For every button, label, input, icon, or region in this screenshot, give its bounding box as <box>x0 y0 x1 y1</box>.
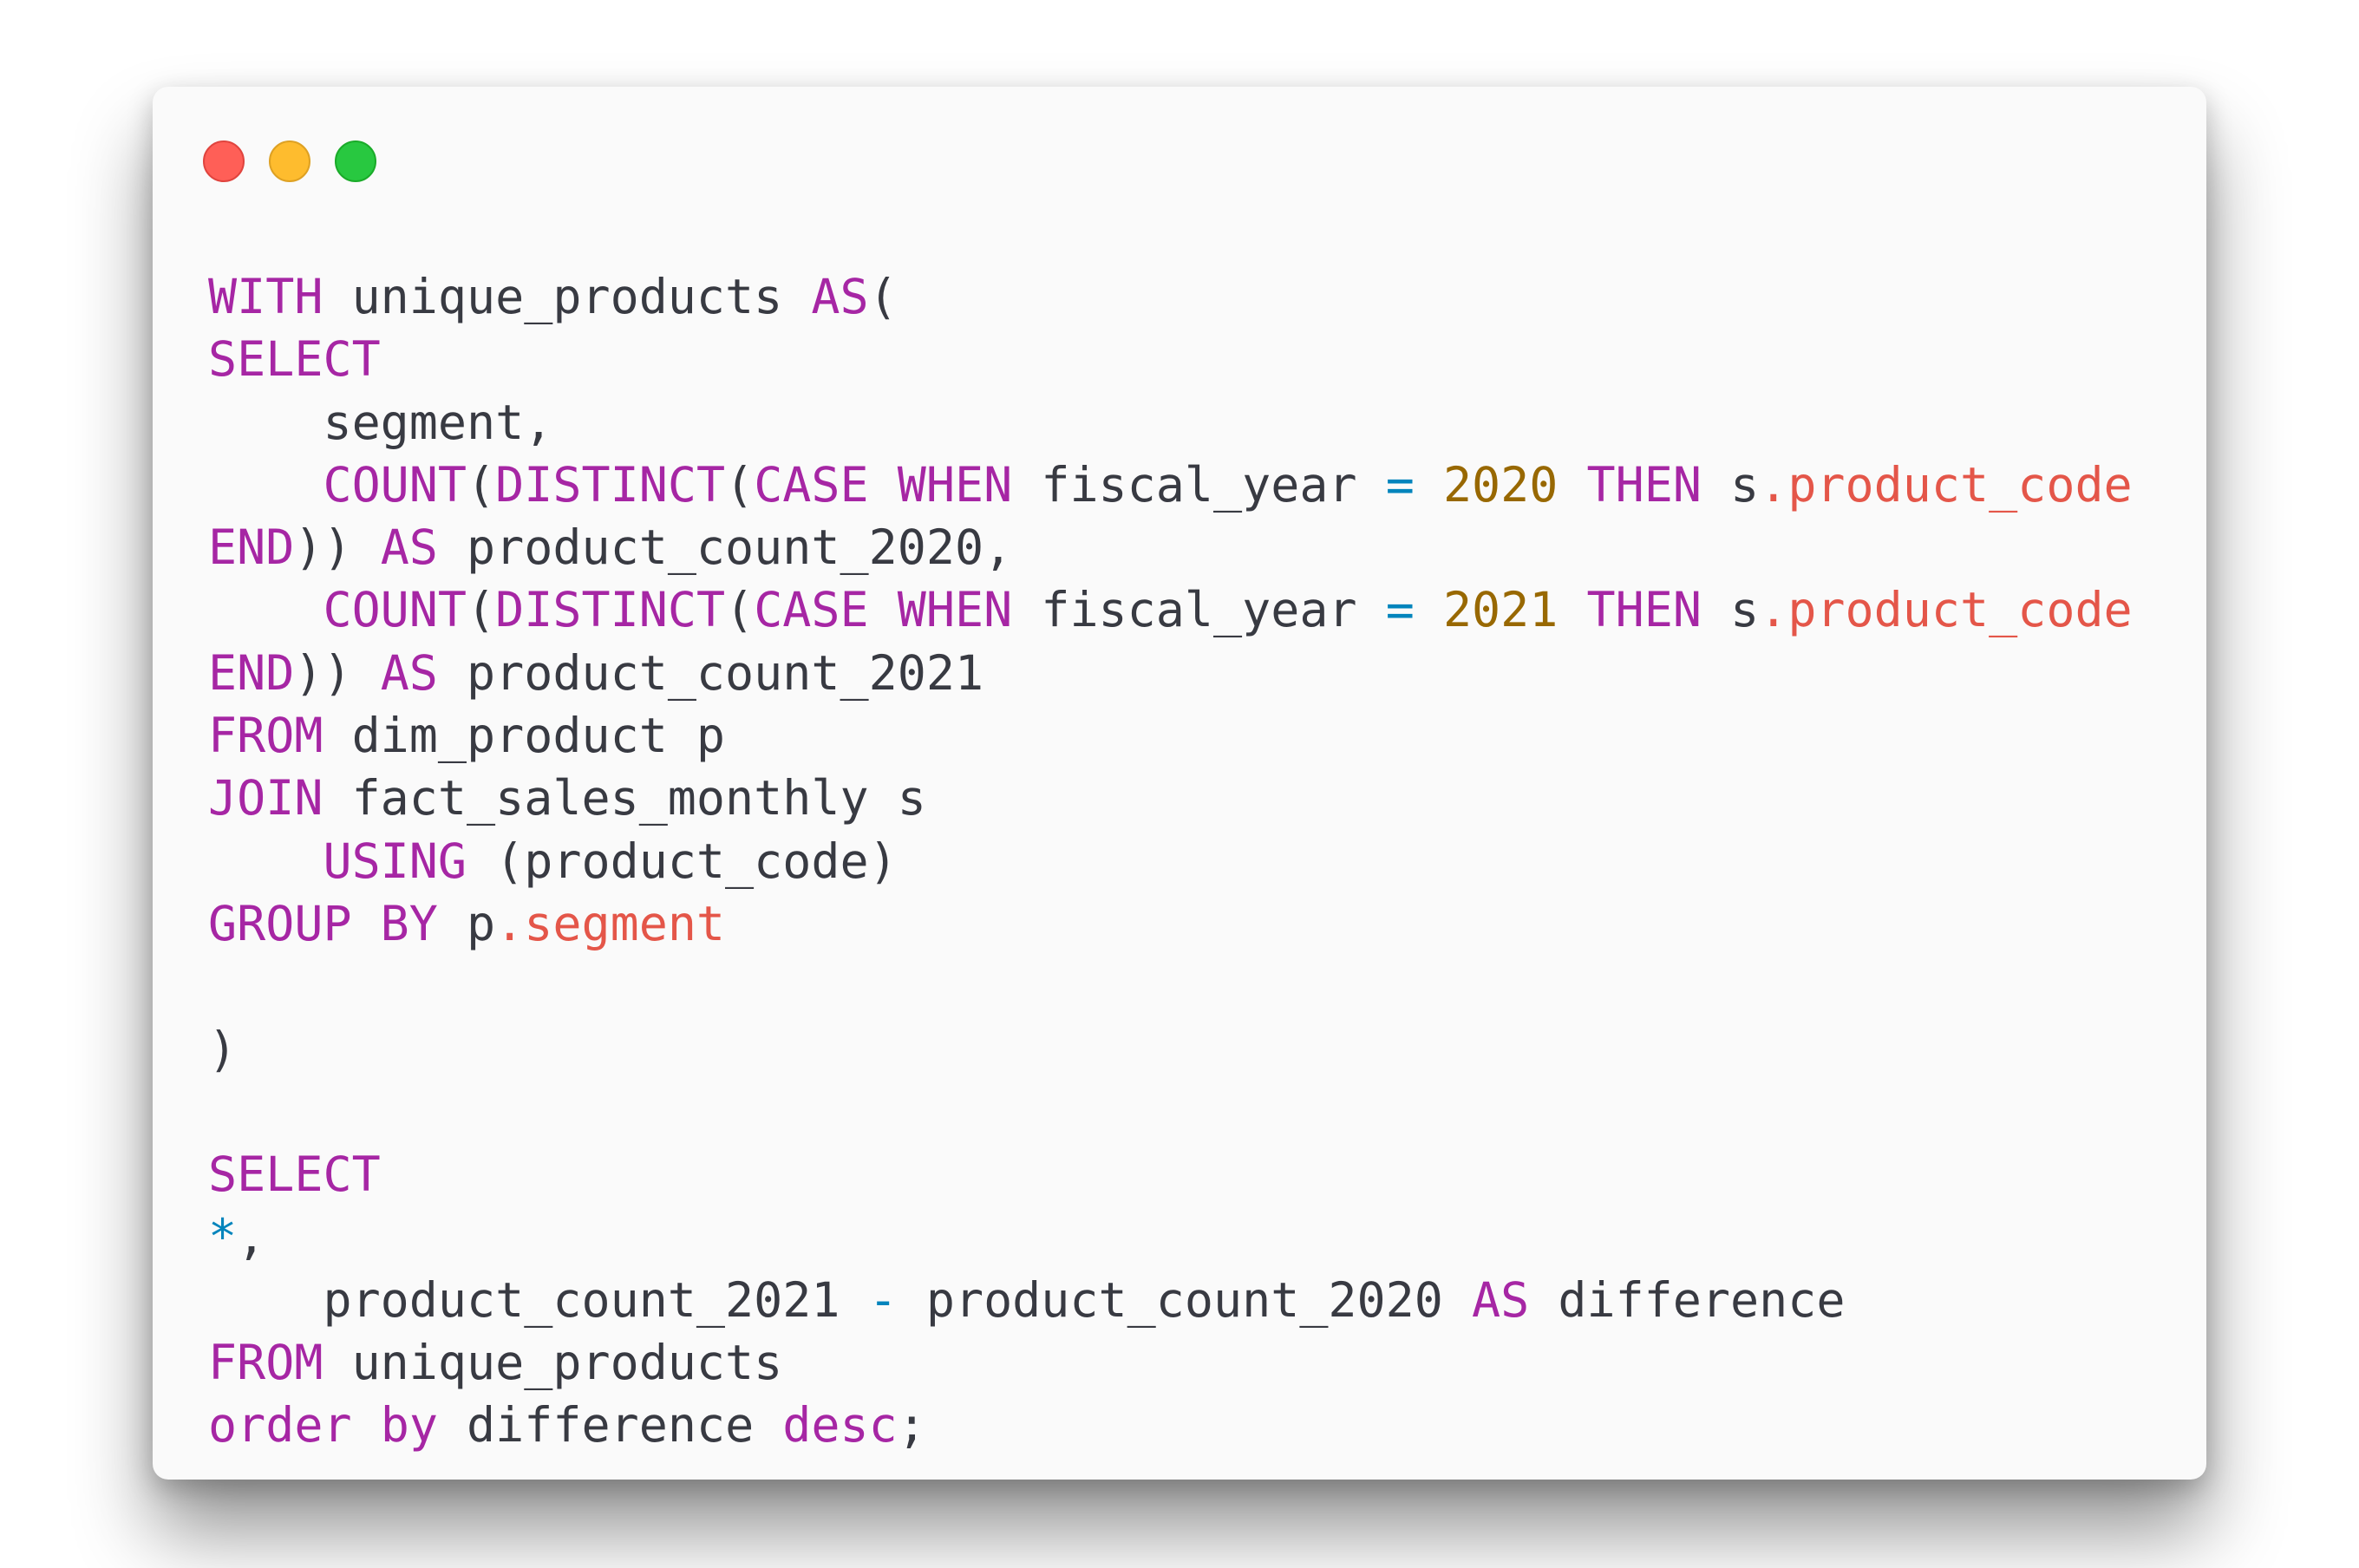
code-token: (product_code) <box>467 833 898 889</box>
code-line: SELECT <box>208 1143 2186 1205</box>
code-token: ) <box>208 1021 238 1077</box>
code-token: * <box>208 1209 238 1265</box>
code-token: s <box>1701 456 1760 513</box>
code-token: p <box>437 895 496 951</box>
code-token: dim_product p <box>323 708 726 764</box>
code-line: order by difference desc; <box>208 1394 2186 1456</box>
code-token: USING <box>323 833 467 889</box>
close-button[interactable] <box>203 140 245 182</box>
code-token: ( <box>467 456 496 513</box>
code-token: segment, <box>208 394 553 450</box>
code-token: ( <box>467 582 496 638</box>
code-token: difference <box>1529 1271 1846 1328</box>
code-token: order <box>208 1397 352 1454</box>
code-token: FROM <box>208 1335 323 1391</box>
code-token: SELECT <box>208 1147 381 1203</box>
code-line: *, <box>208 1205 2186 1268</box>
code-token: .product_code <box>1759 582 2133 638</box>
code-line: WITH unique_products AS( <box>208 265 2186 328</box>
code-line: END)) AS product_count_2020, <box>208 516 2186 578</box>
zoom-button[interactable] <box>335 140 376 182</box>
code-token: AS <box>1472 1271 1530 1328</box>
code-line: COUNT(DISTINCT(CASE WHEN fiscal_year = 2… <box>208 454 2186 516</box>
code-token: difference <box>437 1397 783 1454</box>
code-line: FROM dim_product p <box>208 704 2186 767</box>
code-token: )) <box>294 519 381 576</box>
code-token: WHEN <box>897 582 1013 638</box>
code-token: AS <box>811 269 869 324</box>
code-token: END <box>208 519 295 576</box>
code-line: USING (product_code) <box>208 830 2186 892</box>
code-token: desc <box>782 1397 898 1454</box>
code-token: END <box>208 644 295 701</box>
code-block: WITH unique_products AS(SELECT segment, … <box>208 265 2186 1457</box>
code-token: - <box>868 1271 898 1328</box>
code-token: 2020 <box>1442 456 1559 513</box>
code-token: = <box>1385 456 1415 513</box>
code-token: product_count_2021 <box>208 1271 869 1328</box>
code-line: COUNT(DISTINCT(CASE WHEN fiscal_year = 2… <box>208 578 2186 641</box>
code-line: GROUP BY p.segment <box>208 892 2186 955</box>
code-token: SELECT <box>208 331 381 388</box>
code-token: THEN <box>1586 582 1702 638</box>
code-line: FROM unique_products <box>208 1331 2186 1394</box>
code-line: product_count_2021 - product_count_2020 … <box>208 1269 2186 1331</box>
code-token: COUNT <box>323 456 467 513</box>
code-token: fiscal_year <box>1012 582 1386 638</box>
code-token: unique_products <box>323 1335 783 1391</box>
code-token: s <box>1701 582 1760 638</box>
code-token: COUNT <box>323 582 467 638</box>
code-line: segment, <box>208 391 2186 454</box>
code-token: FROM <box>208 708 323 764</box>
code-token: CASE <box>754 582 869 638</box>
code-token: product_count_2020, <box>437 519 1013 576</box>
code-token: product_count_2020 <box>897 1271 1472 1328</box>
code-token: AS <box>380 644 438 701</box>
code-token: , <box>237 1209 266 1265</box>
code-token: AS <box>380 519 438 576</box>
window-controls <box>203 140 376 186</box>
code-token: WHEN <box>897 456 1013 513</box>
code-token: JOIN <box>208 770 323 826</box>
code-token: = <box>1385 582 1415 638</box>
code-line: JOIN fact_sales_monthly s <box>208 767 2186 829</box>
code-token: 2021 <box>1442 582 1559 638</box>
code-token: ( <box>725 582 755 638</box>
code-line: ) <box>208 1018 2186 1081</box>
code-token: fiscal_year <box>1012 456 1386 513</box>
code-token: by <box>380 1397 438 1454</box>
code-token: unique_products <box>323 269 812 324</box>
code-token: fact_sales_monthly s <box>323 770 926 826</box>
code-token: ; <box>897 1397 926 1454</box>
code-token: THEN <box>1586 456 1702 513</box>
code-token: )) <box>294 644 381 701</box>
code-token: CASE <box>754 456 869 513</box>
code-token: ( <box>868 269 898 324</box>
code-token: DISTINCT <box>495 456 726 513</box>
code-token: DISTINCT <box>495 582 726 638</box>
code-token: WITH <box>208 269 323 324</box>
code-token: .product_code <box>1759 456 2133 513</box>
code-line: END)) AS product_count_2021 <box>208 642 2186 704</box>
code-token: product_count_2021 <box>437 644 984 701</box>
code-token: ( <box>725 456 755 513</box>
code-line: SELECT <box>208 328 2186 390</box>
code-token: GROUP BY <box>208 895 438 951</box>
minimize-button[interactable] <box>269 140 310 182</box>
code-window: WITH unique_products AS(SELECT segment, … <box>153 87 2206 1480</box>
code-token: .segment <box>495 895 726 951</box>
